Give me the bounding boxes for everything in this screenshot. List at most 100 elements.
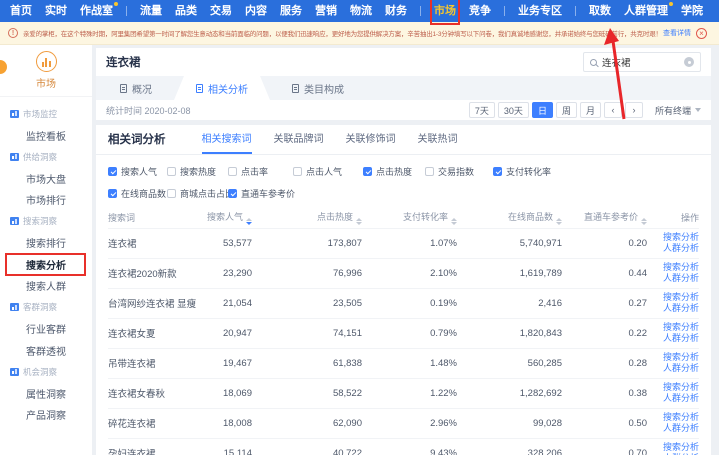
nav-item[interactable]: 流量 [140, 1, 162, 21]
checkbox-icon[interactable] [493, 167, 502, 176]
period-button[interactable]: 周 [556, 102, 577, 118]
nav-item[interactable]: 交易 [210, 1, 232, 21]
checkbox-icon[interactable] [363, 167, 372, 176]
search-input[interactable] [602, 57, 679, 68]
nav-item[interactable]: 作战室 [80, 1, 113, 21]
checkbox-icon[interactable] [425, 167, 434, 176]
period-button[interactable]: 日 [532, 102, 553, 118]
metric-checkbox[interactable]: 点击热度 [363, 165, 425, 178]
nav-item[interactable]: 内容 [245, 1, 267, 21]
sidebar-item[interactable]: 监控看板 [0, 125, 92, 147]
crowd-analysis-link[interactable]: 人群分析 [647, 303, 699, 314]
header-tab[interactable]: 概况 [98, 76, 174, 100]
checkbox-icon[interactable] [167, 167, 176, 176]
sort-icon[interactable] [556, 218, 562, 225]
sort-icon[interactable] [451, 218, 457, 225]
nav-item[interactable]: 竞争 [469, 1, 491, 21]
metric-checkbox[interactable]: 搜索人气 [108, 165, 167, 178]
column-header[interactable]: 搜索词 [108, 208, 188, 228]
checkbox-icon[interactable] [108, 189, 117, 198]
nav-item[interactable] [126, 6, 127, 16]
nav-item[interactable]: 服务 [280, 1, 302, 21]
crowd-analysis-link[interactable]: 人群分析 [647, 243, 699, 254]
checkbox-icon[interactable] [108, 167, 117, 176]
search-analysis-link[interactable]: 搜索分析 [647, 262, 699, 273]
sidebar-item[interactable]: 市场大盘 [0, 168, 92, 190]
analysis-tab[interactable]: 关联修饰词 [346, 130, 396, 154]
crowd-analysis-link[interactable]: 人群分析 [647, 333, 699, 344]
period-button[interactable]: › [625, 102, 643, 118]
metric-checkbox[interactable]: 在线商品数 [108, 187, 167, 200]
sidebar-item[interactable]: 搜索排行 [0, 232, 92, 254]
column-header[interactable]: 在线商品数 [457, 208, 562, 228]
analysis-tab[interactable]: 关联热词 [418, 130, 458, 154]
sidebar-item[interactable]: 市场监控 [0, 103, 92, 125]
column-header[interactable]: 支付转化率 [362, 208, 457, 228]
nav-item[interactable] [420, 6, 421, 16]
sidebar-item[interactable]: 产品洞察 [0, 404, 92, 426]
sidebar-item[interactable]: 供给洞察 [0, 146, 92, 168]
period-button[interactable]: ‹ [604, 102, 622, 118]
crowd-analysis-link[interactable]: 人群分析 [647, 393, 699, 404]
header-tab[interactable]: 相关分析 [174, 76, 270, 100]
metric-checkbox[interactable]: 点击率 [228, 165, 293, 178]
column-header[interactable]: 搜索人气 [188, 208, 252, 228]
nav-item[interactable]: 实时 [45, 1, 67, 21]
checkbox-icon[interactable] [228, 167, 237, 176]
sort-icon[interactable] [356, 218, 362, 225]
metric-checkbox[interactable]: 交易指数 [425, 165, 493, 178]
search-analysis-link[interactable]: 搜索分析 [647, 442, 699, 453]
nav-item[interactable]: 取数 [589, 1, 611, 21]
metric-checkbox[interactable]: 点击人气 [293, 165, 363, 178]
checkbox-icon[interactable] [167, 189, 176, 198]
sidebar-item[interactable]: 机会洞察 [0, 361, 92, 383]
sidebar-item[interactable]: 搜索人群 [0, 275, 92, 297]
column-header[interactable]: 直通车参考价 [562, 208, 647, 228]
metric-checkbox[interactable]: 支付转化率 [493, 165, 699, 178]
sidebar-item[interactable]: 属性洞察 [0, 383, 92, 405]
crowd-analysis-link[interactable]: 人群分析 [647, 273, 699, 284]
sidebar-item[interactable]: 客群透视 [0, 340, 92, 362]
nav-item[interactable]: 市场 [434, 1, 456, 21]
nav-item[interactable]: 营销 [315, 1, 337, 21]
column-header[interactable]: 操作 [647, 208, 699, 228]
nav-item[interactable]: 财务 [385, 1, 407, 21]
search-analysis-link[interactable]: 搜索分析 [647, 322, 699, 333]
nav-item[interactable]: 学院 [681, 1, 703, 21]
column-header[interactable]: 点击热度 [252, 208, 362, 228]
checkbox-icon[interactable] [293, 167, 302, 176]
crowd-analysis-link[interactable]: 人群分析 [647, 423, 699, 434]
sort-icon[interactable] [246, 218, 252, 225]
nav-item[interactable]: 人群管理 [624, 1, 668, 21]
nav-item[interactable] [504, 6, 505, 16]
nav-item[interactable]: 业务专区 [518, 1, 562, 21]
search-analysis-link[interactable]: 搜索分析 [647, 352, 699, 363]
checkbox-icon[interactable] [228, 189, 237, 198]
search-analysis-link[interactable]: 搜索分析 [647, 382, 699, 393]
analysis-tab[interactable]: 相关搜索词 [202, 130, 252, 154]
header-tab[interactable]: 类目构成 [270, 76, 366, 100]
close-icon[interactable]: × [696, 28, 707, 39]
terminal-filter-dropdown[interactable]: 所有终端 [655, 104, 701, 117]
period-button[interactable]: 月 [580, 102, 601, 118]
nav-item[interactable]: 物流 [350, 1, 372, 21]
crowd-analysis-link[interactable]: 人群分析 [647, 363, 699, 374]
metric-checkbox[interactable]: 搜索热度 [167, 165, 228, 178]
search-analysis-link[interactable]: 搜索分析 [647, 232, 699, 243]
analysis-tab[interactable]: 关联品牌词 [274, 130, 324, 154]
search-analysis-link[interactable]: 搜索分析 [647, 292, 699, 303]
metric-checkbox[interactable]: 直通车参考价 [228, 187, 293, 200]
period-button[interactable]: 7天 [469, 102, 495, 118]
sidebar-item[interactable]: 搜索洞察 [0, 211, 92, 233]
nav-item[interactable]: 品类 [175, 1, 197, 21]
metric-checkbox[interactable]: 商城点击占比 [167, 187, 228, 200]
period-button[interactable]: 30天 [498, 102, 529, 118]
nav-item[interactable]: 首页 [10, 1, 32, 21]
nav-item[interactable] [575, 6, 576, 16]
sidebar-item[interactable]: 搜索分析 [0, 254, 92, 276]
notice-detail-link[interactable]: 查看详情 [663, 28, 691, 38]
sort-icon[interactable] [641, 218, 647, 225]
gear-icon[interactable] [684, 57, 694, 67]
search-analysis-link[interactable]: 搜索分析 [647, 412, 699, 423]
sidebar-item[interactable]: 客群洞察 [0, 297, 92, 319]
